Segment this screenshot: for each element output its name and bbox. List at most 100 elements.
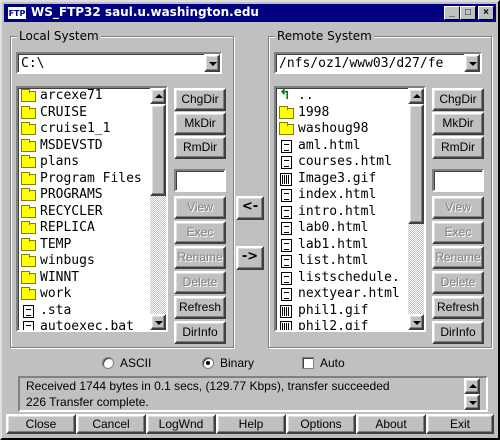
local-scroll-down-button[interactable] — [150, 314, 166, 330]
minimize-button[interactable]: _ — [444, 6, 460, 20]
local-view-button[interactable]: View — [174, 196, 226, 219]
file-item[interactable]: lab0.html — [276, 220, 408, 237]
ftp-app-icon: FTP — [7, 6, 27, 20]
arrow-up-icon — [469, 384, 477, 388]
local-scroll-thumb[interactable] — [150, 104, 166, 196]
binary-option[interactable]: Binary — [202, 355, 282, 371]
binary-radio[interactable] — [202, 357, 214, 369]
file-item[interactable]: autoexec.bat — [18, 319, 150, 330]
remote-rename-button[interactable]: Rename — [432, 246, 484, 269]
file-item[interactable]: .sta — [18, 303, 150, 320]
local-exec-button[interactable]: Exec — [174, 221, 226, 244]
remote-scrollbar[interactable] — [408, 88, 424, 330]
remote-path-dropdown-button[interactable] — [464, 54, 480, 72]
about-button[interactable]: About — [356, 414, 426, 434]
remote-exec-button[interactable]: Exec — [432, 221, 484, 244]
ascii-radio[interactable] — [102, 357, 114, 369]
local-rmdir-button[interactable]: RmDir — [174, 136, 226, 159]
auto-checkbox[interactable] — [302, 357, 314, 369]
local-refresh-button[interactable]: Refresh — [174, 296, 226, 319]
folder-item[interactable]: RECYCLER — [18, 204, 150, 221]
remote-refresh-button[interactable]: Refresh — [432, 296, 484, 319]
maximize-button[interactable]: □ — [460, 6, 476, 20]
folder-item[interactable]: arcexe71 — [18, 88, 150, 105]
folder-item[interactable]: cruise1_1 — [18, 121, 150, 138]
local-scroll-up-button[interactable] — [150, 88, 166, 104]
document-icon — [281, 238, 292, 252]
document-icon — [281, 156, 292, 169]
auto-option[interactable]: Auto — [302, 355, 372, 371]
status-scroll-down-button[interactable] — [464, 394, 480, 410]
file-item[interactable]: aml.html — [276, 138, 408, 155]
item-label: RECYCLER — [40, 203, 103, 219]
local-path-combo[interactable]: C:\ — [16, 52, 222, 74]
local-file-rows: arcexe71 CRUISE cruise1_1 MSDEVSTD plans Prog… — [18, 88, 150, 330]
close-window-button[interactable]: × — [478, 6, 494, 20]
file-item[interactable]: lab1.html — [276, 237, 408, 254]
close-button[interactable]: Close — [6, 414, 76, 434]
item-label: winbugs — [40, 253, 95, 268]
local-filter-input[interactable] — [174, 169, 226, 192]
folder-item[interactable]: work — [18, 286, 150, 303]
file-item[interactable]: list.html — [276, 253, 408, 270]
status-scroll-up-button[interactable] — [464, 378, 480, 394]
file-item[interactable]: listschedule. — [276, 270, 408, 287]
folder-item[interactable]: winbugs — [18, 253, 150, 270]
file-item[interactable]: Image3.gif — [276, 171, 408, 188]
file-item[interactable]: intro.html — [276, 204, 408, 221]
item-label: Image3.gif — [298, 170, 377, 186]
parent-dir-item[interactable]: ↰.. — [276, 88, 408, 105]
remote-scroll-down-button[interactable] — [408, 314, 424, 330]
cancel-button[interactable]: Cancel — [76, 414, 146, 434]
local-scrollbar[interactable] — [150, 88, 166, 330]
remote-file-list[interactable]: ↰.. 1998 washoug98 aml.html courses.html Imag… — [274, 86, 426, 332]
folder-item[interactable]: WINNT — [18, 270, 150, 287]
item-label: .. — [298, 88, 314, 103]
folder-icon — [21, 89, 36, 102]
folder-item[interactable]: 1998 — [276, 105, 408, 122]
remote-path-combo[interactable]: /nfs/oz1/www03/d27/fe — [274, 52, 482, 74]
local-dirinfo-button[interactable]: DirInfo — [174, 321, 226, 344]
file-item[interactable]: phil1.gif — [276, 303, 408, 320]
remote-chgdir-button[interactable]: ChgDir — [432, 88, 484, 111]
remote-scroll-up-button[interactable] — [408, 88, 424, 104]
remote-mkdir-button[interactable]: MkDir — [432, 112, 484, 135]
folder-item[interactable]: PROGRAMS — [18, 187, 150, 204]
file-item[interactable]: courses.html — [276, 154, 408, 171]
chevron-down-icon — [209, 62, 217, 66]
help-button[interactable]: Help — [216, 414, 286, 434]
item-label: cruise1_1 — [40, 121, 111, 136]
remote-file-rows: ↰.. 1998 washoug98 aml.html courses.html Imag… — [276, 88, 408, 330]
transfer-to-local-button[interactable]: <- — [236, 196, 264, 220]
folder-item[interactable]: washoug98 — [276, 121, 408, 138]
logwnd-button[interactable]: LogWnd — [146, 414, 216, 434]
remote-scroll-thumb[interactable] — [408, 104, 424, 224]
remote-dirinfo-button[interactable]: DirInfo — [432, 321, 484, 344]
local-file-list[interactable]: arcexe71 CRUISE cruise1_1 MSDEVSTD plans Prog… — [16, 86, 168, 332]
title-bar[interactable]: FTP WS_FTP32 saul.u.washington.edu _ □ × — [4, 4, 496, 22]
local-chgdir-button[interactable]: ChgDir — [174, 88, 226, 111]
folder-item[interactable]: MSDEVSTD — [18, 138, 150, 155]
remote-rmdir-button[interactable]: RmDir — [432, 136, 484, 159]
local-mkdir-button[interactable]: MkDir — [174, 112, 226, 135]
transfer-to-remote-button[interactable]: -> — [236, 246, 264, 270]
file-item[interactable]: phil2.gif — [276, 319, 408, 330]
ftp-window: FTP WS_FTP32 saul.u.washington.edu _ □ ×… — [0, 0, 500, 440]
file-item[interactable]: nextyear.html — [276, 286, 408, 303]
folder-item[interactable]: CRUISE — [18, 105, 150, 122]
folder-item[interactable]: REPLICA — [18, 220, 150, 237]
folder-item[interactable]: Program Files — [18, 171, 150, 188]
local-path-dropdown-button[interactable] — [204, 54, 220, 72]
binary-label: Binary — [220, 356, 255, 370]
local-delete-button[interactable]: Delete — [174, 271, 226, 294]
options-button[interactable]: Options — [286, 414, 356, 434]
remote-view-button[interactable]: View — [432, 196, 484, 219]
exit-button[interactable]: Exit — [426, 414, 494, 434]
ascii-option[interactable]: ASCII — [102, 355, 182, 371]
folder-item[interactable]: TEMP — [18, 237, 150, 254]
folder-item[interactable]: plans — [18, 154, 150, 171]
remote-delete-button[interactable]: Delete — [432, 271, 484, 294]
remote-filter-input[interactable] — [432, 169, 484, 192]
local-rename-button[interactable]: Rename — [174, 246, 226, 269]
file-item[interactable]: index.html — [276, 187, 408, 204]
